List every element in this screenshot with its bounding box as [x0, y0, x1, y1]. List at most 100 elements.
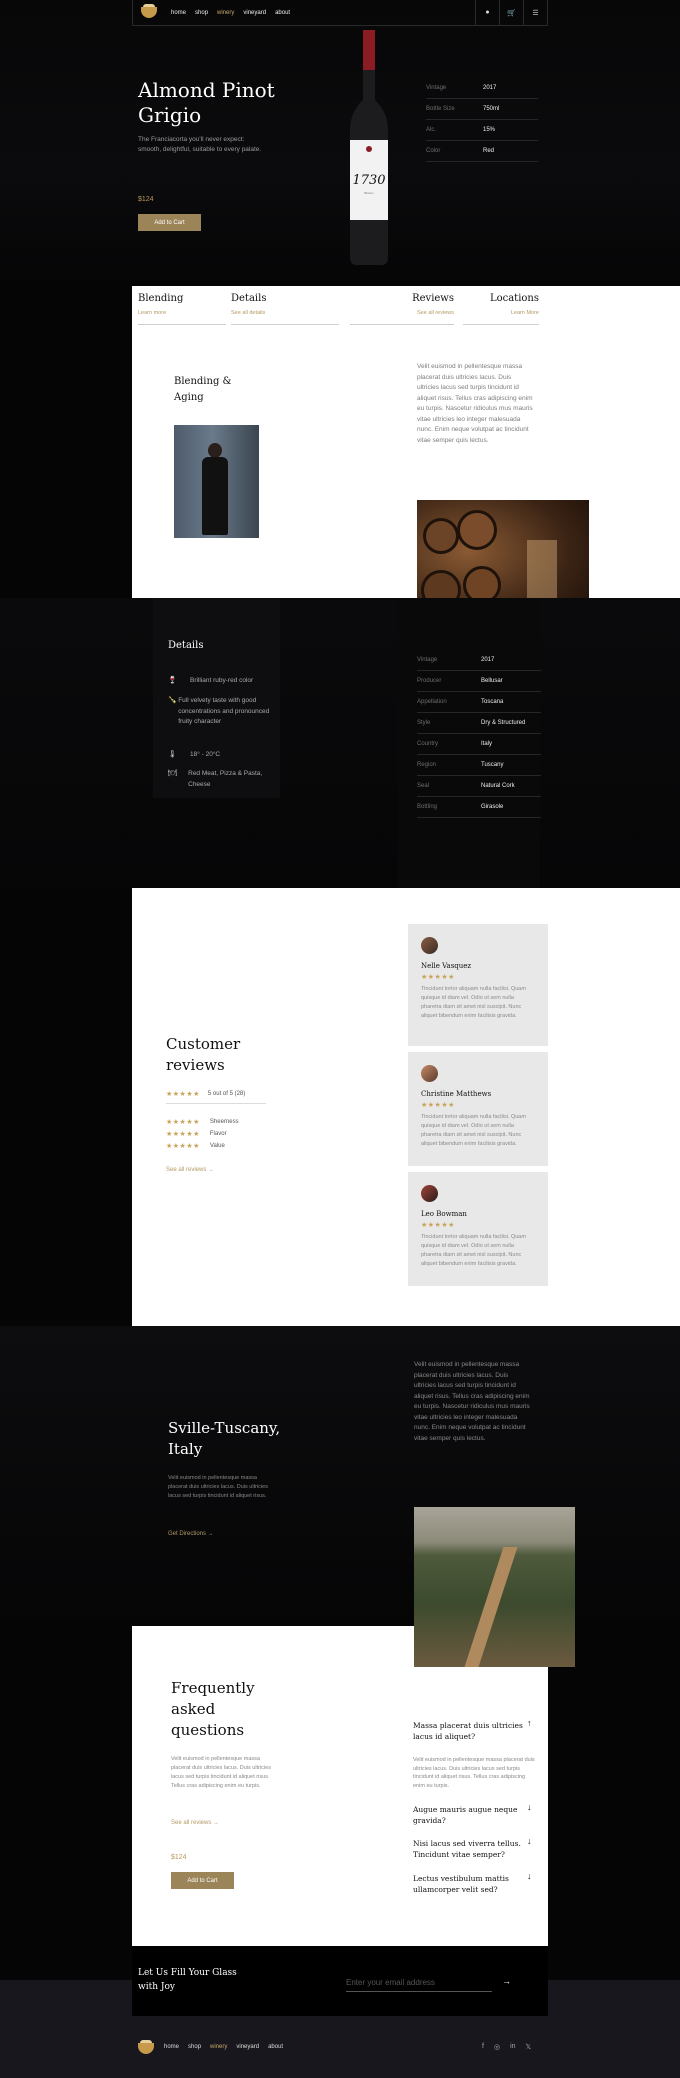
spec-value: Tuscany [481, 762, 504, 768]
review-text: Tincidunt tortor aliquam nulla facilisi.… [421, 986, 526, 1019]
rating-label: Value [209, 1143, 225, 1149]
arrow-down-icon[interactable]: ↓ [527, 1871, 532, 1881]
faq-price: $124 [171, 1854, 187, 1861]
food-icon: 🍽 [168, 770, 177, 777]
rating-row: ★★★★★ Sheerness [166, 1118, 239, 1126]
search-icon[interactable]: ● [475, 0, 499, 25]
spec-key: Color [426, 148, 441, 154]
tab-reviews[interactable]: Reviews See all reviews [350, 293, 454, 325]
avatar [421, 937, 438, 954]
star-rating-icon: ★★★★★ [166, 1119, 200, 1126]
cart-icon[interactable]: 🛒 [499, 0, 523, 25]
spec-row: Bottle Size 750ml [426, 99, 538, 120]
spec-key: Producer [417, 678, 442, 684]
nav-about[interactable]: about [275, 10, 290, 16]
bottle-brand: Blanco [364, 191, 374, 195]
location-description: Velit euismod in pellentesque massa plac… [168, 1475, 268, 1499]
product-title: Almond Pinot Grigio [138, 78, 275, 127]
footer-home[interactable]: home [164, 2044, 179, 2050]
linkedin-icon[interactable]: in [510, 2043, 515, 2051]
faq-see-all-link[interactable]: See all reviews → [171, 1820, 219, 1826]
footer-winery[interactable]: winery [210, 2044, 227, 2050]
spec-row: Region Tuscany [417, 755, 541, 776]
nav-vineyard[interactable]: vineyard [243, 10, 266, 16]
arrow-right-icon[interactable]: → [502, 1976, 511, 1986]
email-field[interactable] [346, 1974, 492, 1992]
spec-key: Style [417, 720, 431, 726]
spec-key: Seal [417, 783, 430, 789]
tab-details[interactable]: Details See all details [231, 293, 339, 325]
tab-title: Details [231, 293, 267, 304]
arrow-up-icon[interactable]: ↑ [527, 1718, 532, 1728]
menu-icon[interactable]: ☰ [523, 0, 547, 25]
spec-value: Girasole [481, 804, 504, 810]
nav-winery[interactable]: winery [217, 10, 234, 16]
location-title: Sville-Tuscany, Italy [168, 1419, 281, 1458]
review-text: Tincidunt tortor aliquam nulla facilisi.… [421, 1114, 526, 1147]
detail-item: 🌡 18° - 20°C [168, 750, 278, 761]
detail-item: 🍷 Brilliant ruby-red color [168, 676, 278, 687]
spec-key: Bottling [417, 804, 438, 810]
location-text: Velit euismod in pellentesque massa plac… [414, 1361, 530, 1442]
tab-locations[interactable]: Locations Learn More [463, 293, 539, 325]
review-card: Christine Matthews ★★★★★ Tincidunt torto… [408, 1052, 548, 1166]
logo-icon[interactable] [141, 4, 157, 18]
faq-question[interactable]: Lectus vestibulum mattis ullamcorper vel… [413, 1873, 539, 1895]
get-directions-link[interactable]: Get Directions → [168, 1531, 214, 1537]
details-title: Details [168, 640, 204, 651]
tab-subtitle: Learn more [138, 310, 167, 316]
tab-subtitle: See all details [231, 310, 266, 316]
details-section [0, 598, 680, 888]
spec-row: Country Italy [417, 734, 541, 755]
blending-title: Blending & Aging [174, 376, 232, 403]
tab-subtitle: Learn More [510, 310, 539, 316]
add-to-cart-button[interactable]: Add to Cart [138, 214, 201, 231]
wine-bottle-image: 1730 Blanco [350, 30, 388, 265]
review-text: Tincidunt tortor aliquam nulla facilisi.… [421, 1234, 526, 1267]
spec-row: Vintage 2017 [426, 78, 538, 99]
woman-photo [174, 425, 259, 538]
review-card: Nelle Vasquez ★★★★★ Tincidunt tortor ali… [408, 924, 548, 1046]
detail-item: 🍽 Red Meat, Pizza & Pasta, Cheese [168, 769, 278, 790]
spec-row: Alc. 15% [426, 120, 538, 141]
facebook-icon[interactable]: f [482, 2043, 484, 2051]
arrow-down-icon[interactable]: ↓ [527, 1836, 532, 1846]
spec-key: Country [417, 741, 439, 747]
faq-question[interactable]: Nisi lacus sed viverra tellus. Tincidunt… [413, 1838, 539, 1860]
spec-key: Bottle Size [426, 106, 455, 112]
footer-logo-icon[interactable] [138, 2040, 154, 2054]
spec-row: Seal Natural Cork [417, 776, 541, 797]
faq-question[interactable]: Massa placerat duis ultricies lacus id a… [413, 1720, 539, 1742]
footer-vineyard[interactable]: vineyard [236, 2044, 259, 2050]
nav-home[interactable]: home [171, 10, 186, 16]
spec-key: Region [417, 762, 437, 768]
spec-value: 2017 [481, 657, 495, 663]
instagram-icon[interactable]: ◎ [494, 2043, 500, 2051]
tab-subtitle: See all reviews [417, 310, 454, 316]
spec-value: 2017 [483, 85, 497, 91]
review-card: Leo Bowman ★★★★★ Tincidunt tortor aliqua… [408, 1172, 548, 1286]
star-rating-icon: ★★★★★ [421, 1222, 455, 1229]
tab-title: Reviews [412, 293, 454, 304]
tab-blending[interactable]: Blending Learn more [138, 293, 226, 325]
spec-value: 750ml [483, 106, 500, 112]
footer-about[interactable]: about [268, 2044, 283, 2050]
star-rating-icon: ★★★★★ [166, 1143, 200, 1150]
see-all-reviews-link[interactable]: See all reviews → [166, 1167, 214, 1173]
twitter-icon[interactable]: 𝕏 [526, 2043, 532, 2051]
nav-shop[interactable]: shop [195, 10, 208, 16]
faq-description: Velit euismod in pellentesque massa plac… [171, 1756, 271, 1789]
arrow-down-icon[interactable]: ↓ [527, 1802, 532, 1812]
nav-icons: ● 🛒 ☰ [475, 0, 547, 25]
footer-shop[interactable]: shop [188, 2044, 201, 2050]
faq-title: Frequently asked questions [171, 1679, 255, 1739]
avatar [421, 1065, 438, 1082]
detail-text: 18° - 20°C [190, 751, 221, 758]
spec-value: Italy [481, 741, 493, 747]
star-rating-icon: ★★★★★ [421, 1102, 455, 1109]
faq-add-to-cart-button[interactable]: Add to Cart [171, 1872, 234, 1889]
spec-row: Vintage 2017 [417, 650, 541, 671]
faq-question[interactable]: Augue mauris augue neque gravida? [413, 1804, 539, 1826]
detail-text: Full velvety taste with good concentrati… [178, 697, 270, 725]
spec-key: Alc. [426, 127, 437, 133]
